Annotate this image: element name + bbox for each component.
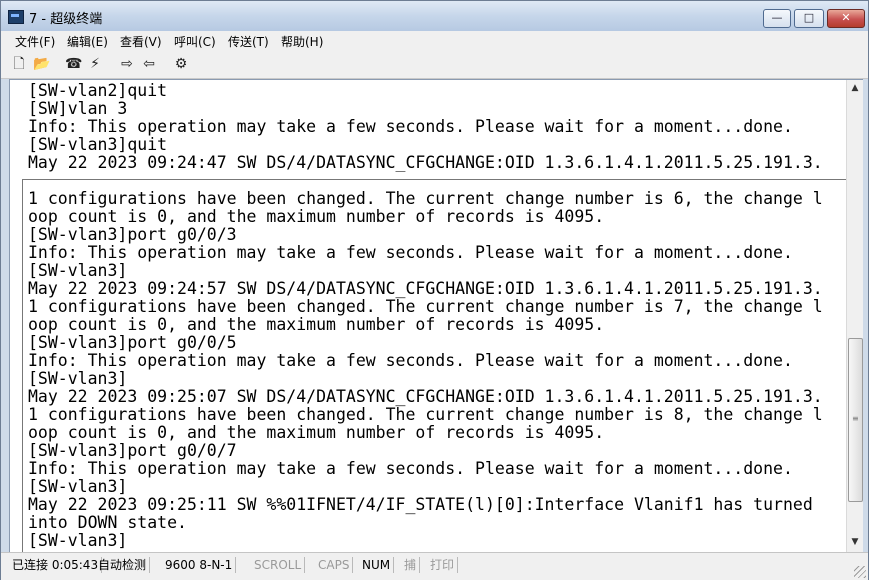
resize-grip-icon[interactable] — [854, 566, 866, 578]
status-capture: 捕 — [401, 557, 421, 573]
scroll-down-arrow-icon[interactable]: ▼ — [847, 534, 863, 550]
status-port-settings: 9600 8-N-1 — [162, 557, 237, 573]
send-icon[interactable]: ⇨ — [119, 56, 135, 72]
disconnect-icon[interactable]: ⚡ — [87, 56, 103, 72]
menu-transfer[interactable]: 传送(T) — [228, 33, 269, 50]
close-button[interactable]: ✕ — [827, 9, 865, 28]
terminal-line: 1 configurations have been changed. The … — [28, 405, 823, 424]
status-bar: 已连接 0:05:43 自动检测 9600 8-N-1 SCROLL CAPS … — [1, 552, 868, 580]
properties-icon[interactable]: ⚙ — [173, 56, 189, 72]
menu-file[interactable]: 文件(F) — [15, 33, 55, 50]
status-connection-time: 已连接 0:05:43 — [9, 557, 103, 573]
menu-bar: 文件(F) 编辑(E) 查看(V) 呼叫(C) 传送(T) 帮助(H) — [1, 31, 868, 52]
terminal-line: [SW-vlan2]quit — [28, 81, 168, 100]
menu-call[interactable]: 呼叫(C) — [174, 33, 216, 50]
hyperterminal-window: 7 - 超级终端 — □ ✕ 文件(F) 编辑(E) 查看(V) 呼叫(C) 传… — [0, 0, 869, 580]
menu-view[interactable]: 查看(V) — [120, 33, 162, 50]
title-bar[interactable]: 7 - 超级终端 — □ ✕ — [1, 1, 868, 31]
status-num: NUM — [359, 557, 395, 573]
terminal-app-icon — [8, 10, 24, 24]
terminal-line: May 22 2023 09:25:11 SW %%01IFNET/4/IF_S… — [28, 495, 813, 514]
status-print: 打印 — [427, 557, 459, 573]
minimize-button[interactable]: — — [763, 9, 791, 28]
terminal-line: [SW-vlan3] — [28, 531, 128, 550]
terminal-line: 1 configurations have been changed. The … — [28, 297, 823, 316]
terminal-lower-pane: 1 configurations have been changed. The … — [22, 179, 847, 552]
terminal-upper-pane: [SW-vlan2]quit [SW]vlan 3 Info: This ope… — [10, 80, 845, 172]
terminal-line: Info: This operation may take a few seco… — [28, 459, 793, 478]
terminal-line: May 22 2023 09:24:47 SW DS/4/DATASYNC_CF… — [28, 153, 823, 172]
terminal-line: [SW]vlan 3 — [28, 99, 128, 118]
receive-icon[interactable]: ⇦ — [141, 56, 157, 72]
status-scroll: SCROLL — [251, 557, 306, 573]
terminal-line: oop count is 0, and the maximum number o… — [28, 207, 605, 226]
menu-help[interactable]: 帮助(H) — [281, 33, 323, 50]
terminal-line: [SW-vlan3] — [28, 261, 128, 280]
grip-icon: ≡ — [852, 414, 859, 423]
status-autodetect: 自动检测 — [95, 557, 151, 573]
terminal-area[interactable]: [SW-vlan2]quit [SW]vlan 3 Info: This ope… — [9, 79, 863, 553]
toolbar: 🗋 📂 ☎ ⚡ ⇨ ⇦ ⚙ — [1, 52, 868, 79]
terminal-line: [SW-vlan3] — [28, 477, 128, 496]
terminal-line: Info: This operation may take a few seco… — [28, 117, 793, 136]
terminal-line: [SW-vlan3]quit — [28, 135, 168, 154]
open-folder-icon[interactable]: 📂 — [33, 56, 50, 72]
maximize-button[interactable]: □ — [794, 9, 824, 28]
terminal-line: May 22 2023 09:25:07 SW DS/4/DATASYNC_CF… — [28, 387, 823, 406]
vertical-scrollbar[interactable]: ▲ ≡ ▼ — [846, 80, 863, 552]
menu-edit[interactable]: 编辑(E) — [67, 33, 108, 50]
terminal-line: oop count is 0, and the maximum number o… — [28, 315, 605, 334]
terminal-line: 1 configurations have been changed. The … — [28, 189, 823, 208]
terminal-line: [SW-vlan3] — [28, 369, 128, 388]
scroll-up-arrow-icon[interactable]: ▲ — [847, 80, 863, 96]
terminal-line: Info: This operation may take a few seco… — [28, 243, 793, 262]
terminal-line: Info: This operation may take a few seco… — [28, 351, 793, 370]
terminal-line: [SW-vlan3]port g0/0/5 — [28, 333, 237, 352]
window-title: 7 - 超级终端 — [29, 12, 103, 27]
terminal-line: May 22 2023 09:24:57 SW DS/4/DATASYNC_CF… — [28, 279, 823, 298]
terminal-line: [SW-vlan3]port g0/0/3 — [28, 225, 237, 244]
scroll-thumb[interactable]: ≡ — [848, 338, 863, 502]
status-caps: CAPS — [315, 557, 354, 573]
new-file-icon[interactable]: 🗋 — [11, 56, 27, 72]
terminal-line: oop count is 0, and the maximum number o… — [28, 423, 605, 442]
phone-icon[interactable]: ☎ — [65, 56, 82, 72]
terminal-line: [SW-vlan3]port g0/0/7 — [28, 441, 237, 460]
terminal-line: into DOWN state. — [28, 513, 187, 532]
